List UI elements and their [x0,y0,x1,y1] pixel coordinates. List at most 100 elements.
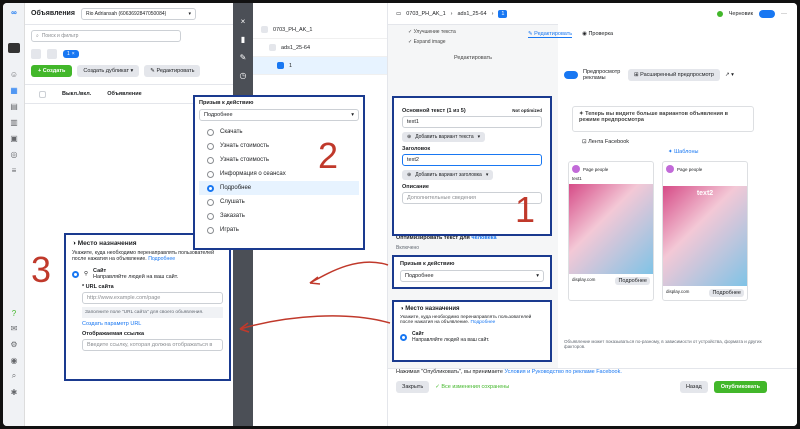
ads-tab[interactable]: 1 × [63,50,79,58]
create-button[interactable]: + Создать [31,65,73,77]
dropdown-option[interactable]: Заказать [199,209,359,223]
tree-adset[interactable]: ads1_25-64 [253,39,387,57]
terms-link[interactable]: Условия и Руководство по рекламе Faceboo… [504,369,621,375]
opt-expand-image[interactable]: ✓ Expand image [408,39,538,45]
dropdown-option[interactable]: Играть [199,223,359,237]
account-name: Rio Adriansah (6063692847050084) [85,10,167,17]
breadcrumb-campaign[interactable]: 0703_PH_AK_1 [406,11,445,17]
option-radio [207,170,214,178]
add-headline-variant-button[interactable]: ⊕ Добавить вариант заголовка ▾ [402,170,494,180]
optimize-state: Включено [396,245,420,251]
chart-icon[interactable]: ▣ [8,133,20,143]
section-header: Редактировать [454,55,492,61]
preview-cta[interactable]: Подробнее [709,289,744,297]
close-icon[interactable]: × [237,17,249,29]
preview-cta[interactable]: Подробнее [615,277,650,285]
breadcrumb-ad[interactable]: 1 [498,9,508,18]
smile-icon[interactable]: ☺ [8,69,20,79]
account-avatar[interactable] [8,43,20,53]
tree-ad[interactable]: 1 [253,57,387,75]
duplicate-button[interactable]: Создать дубликат ▾ [77,65,140,77]
destination-link[interactable]: Подробнее [470,320,495,325]
breadcrumb-adset[interactable]: ads1_25-64 [458,11,487,17]
help-icon[interactable]: ? [8,308,20,318]
terms-prefix: Нажимая "Опубликовать", вы принимаете [396,369,503,375]
add-text-variant-button[interactable]: ⊕ Добавить вариант текста ▾ [402,132,486,142]
alerts-icon[interactable]: ◉ [8,355,20,365]
site-option-large[interactable]: ⚲ Сайт Направляйте людей на ваш сайт. [72,268,223,280]
bug-icon[interactable]: ✱ [8,387,20,397]
url-placeholder: http://www.example.com/page [87,295,161,301]
destination-link-large[interactable]: Подробнее [148,256,175,262]
adsets-tab-icon[interactable] [47,49,57,59]
folder-icon [261,26,268,33]
tab-review-label: Проверка [588,31,614,37]
grid-icon[interactable]: ▦ [8,85,20,95]
search-input[interactable]: ⌕ Поиск и фильтр [31,30,181,42]
destination-desc-large: Укажите, куда необходимо перенаправлять … [72,250,215,262]
notifications-icon[interactable]: ✉ [8,323,20,333]
option-radio [207,226,214,234]
site-desc-large: Направляйте людей на ваш сайт. [93,274,179,280]
tab-review[interactable]: ◉ Проверка [582,31,613,38]
annotation-number-2: 2 [318,135,339,176]
page-avatar [572,165,580,173]
col-ad: Объявление [107,91,142,97]
feed-label: ⊡ Лента Facebook [582,139,630,145]
site-option[interactable]: Сайт Направляйте людей на ваш сайт. [400,331,544,343]
site-radio-large[interactable] [72,270,79,278]
option-label: Узнать стоимость [220,143,269,149]
add-headline-variant-label: Добавить вариант заголовка [415,172,482,178]
preview-panel: Черновик ··· ✎ Редактировать ◉ Проверка … [528,3,797,426]
destination-desc: Укажите, куда необходимо перенаправлять … [400,315,532,325]
headline-input[interactable]: text2 [402,154,542,166]
edit-button[interactable]: ✎ Редактировать [144,65,201,77]
preview-toggle[interactable] [564,71,578,79]
opt2-label: Expand image [413,39,446,45]
publish-button[interactable]: Опубликовать [713,381,767,393]
option-label: Заказать [220,213,245,219]
image-title: text2 [696,190,714,197]
search-icon[interactable]: ⌕ [8,371,20,381]
cta-select[interactable]: Подробнее ▾ [400,270,544,282]
advanced-preview-button[interactable]: ⊞ Расширенный предпросмотр [628,69,720,81]
dropdown-option[interactable]: Слушать [199,195,359,209]
templates-button[interactable]: ✦ Шаблоны [668,149,698,155]
chevron-right-icon: › [491,10,494,17]
primary-text-input[interactable]: text1 [402,116,542,128]
tree-campaign-label: 0703_PH_AK_1 [273,26,313,33]
account-selector[interactable]: Rio Adriansah (6063692847050084) ▾ [80,7,196,20]
doc-icon[interactable]: ▥ [8,117,20,127]
close-button[interactable]: Закрыть [396,381,430,393]
tab-edit[interactable]: ✎ Редактировать [528,31,573,38]
display-link-input[interactable]: Введите ссылку, которая должна отображат… [82,339,223,351]
people-icon[interactable]: ◎ [8,149,20,159]
destination-title: ◑ Место назначения [400,306,460,312]
status-toggle[interactable] [759,10,775,18]
campaigns-tab-icon[interactable] [31,49,41,59]
create-url-param-link[interactable]: Создать параметр URL [82,321,223,327]
pages-icon[interactable]: ▤ [8,101,20,111]
back-button[interactable]: Назад [679,381,708,393]
clock-icon[interactable]: ◷ [237,71,249,83]
ad-image [569,184,653,274]
more-icon[interactable]: ··· [781,11,787,17]
site-radio[interactable] [400,333,407,341]
opt-improve-text[interactable]: ✓ Улучшение текста [408,29,538,35]
share-icon[interactable]: ↗ ▾ [725,72,734,78]
tree-campaign[interactable]: 0703_PH_AK_1 [253,21,387,39]
folder-icon: ▭ [396,10,402,17]
preview-domain: display.com [666,289,690,294]
chart-icon[interactable]: ▮ [237,35,249,47]
dropdown-select[interactable]: Подробнее ▾ [199,109,359,121]
option-label: Слушать [220,199,245,205]
settings-icon[interactable]: ⚙ [8,339,20,349]
dropdown-option-selected[interactable]: Подробнее [199,181,359,195]
destination-title-large-text: Место назначения [77,240,137,247]
menu-icon[interactable]: ≡ [8,165,20,175]
meta-logo-icon[interactable]: ∞ [8,7,20,17]
pencil-icon[interactable]: ✎ [237,53,249,65]
select-all-checkbox[interactable] [39,90,46,98]
url-input[interactable]: http://www.example.com/page [82,292,223,304]
not-optimized-badge: Not optimized [512,108,542,113]
